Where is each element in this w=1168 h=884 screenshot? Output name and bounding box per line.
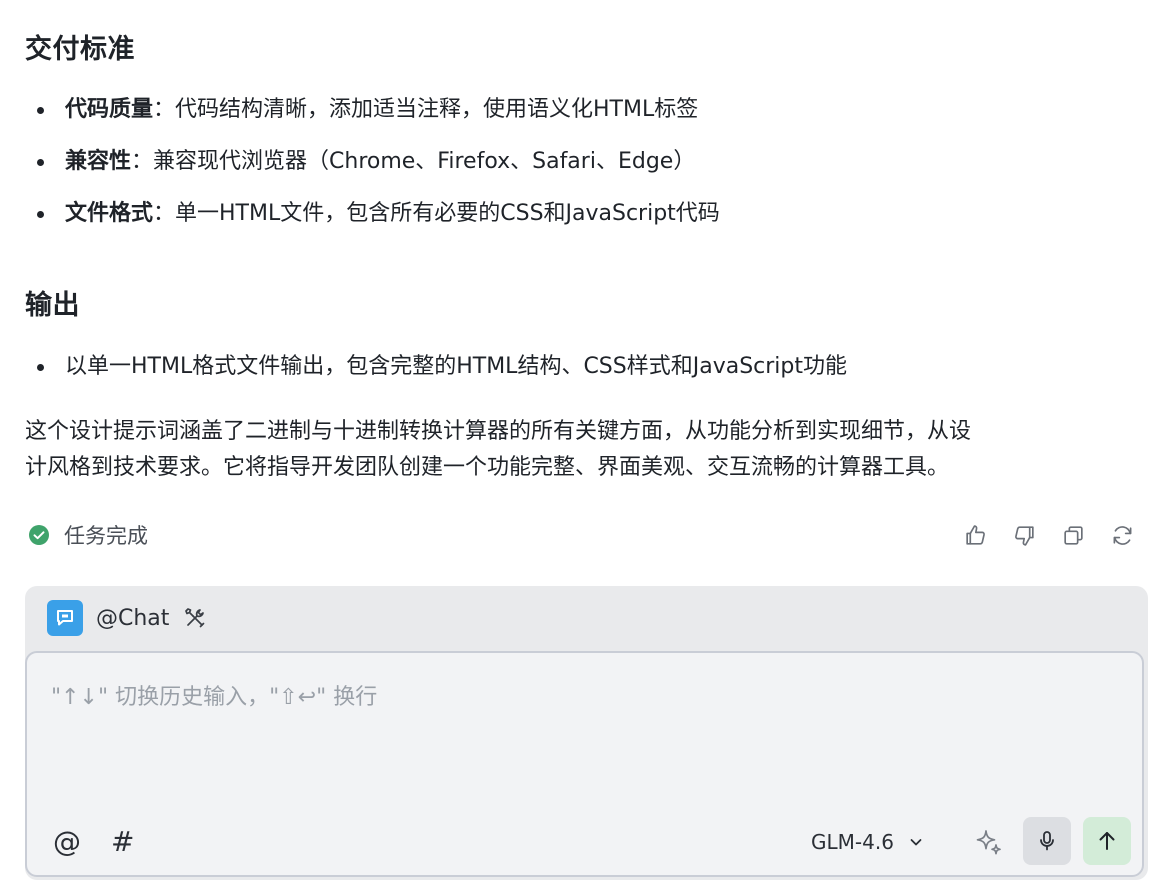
model-selector[interactable]: GLM-4.6 xyxy=(811,827,924,857)
topic-button[interactable]: # xyxy=(111,825,134,858)
chevron-down-icon xyxy=(910,839,922,846)
voice-input-button[interactable] xyxy=(1023,817,1071,865)
agent-name: @Chat xyxy=(96,605,170,631)
microphone-icon xyxy=(1040,831,1054,851)
input-toolbar: @ # GLM-4.6 xyxy=(27,805,1142,875)
summary-line: 这个设计提示词涵盖了二进制与十进制转换计算器的所有关键方面，从功能分析到实现细节… xyxy=(25,419,972,444)
message-input[interactable] xyxy=(51,679,1121,789)
chat-bubble-icon xyxy=(57,610,73,626)
mention-button[interactable]: @ xyxy=(53,825,81,858)
summary-paragraph: 这个设计提示词涵盖了二进制与十进制转换计算器的所有关键方面，从功能分析到实现细节… xyxy=(25,414,1150,486)
copy-button[interactable] xyxy=(1058,520,1088,550)
delivery-heading: 交付标准 xyxy=(25,34,135,65)
regenerate-button[interactable] xyxy=(1107,520,1137,550)
list-item-term: 文件格式 xyxy=(65,201,154,226)
output-list: 以单一HTML格式文件输出，包含完整的HTML结构、CSS样式和JavaScri… xyxy=(25,354,847,406)
thumbs-up-icon xyxy=(965,524,985,545)
list-item-text: ：兼容现代浏览器（Chrome、Firefox、Safari、Edge） xyxy=(131,149,696,174)
arrow-up-icon xyxy=(1099,832,1115,850)
model-name: GLM-4.6 xyxy=(811,830,894,854)
tools-icon[interactable] xyxy=(183,606,207,630)
sparkle-icon[interactable] xyxy=(971,825,1007,861)
output-heading: 输出 xyxy=(25,290,80,321)
status-text: 任务完成 xyxy=(64,524,148,548)
list-item: 以单一HTML格式文件输出，包含完整的HTML结构、CSS样式和JavaScri… xyxy=(25,354,847,406)
agent-header: @Chat xyxy=(25,586,1148,650)
list-item-text: ：单一HTML文件，包含所有必要的CSS和JavaScript代码 xyxy=(153,201,720,226)
list-item: 文件格式：单一HTML文件，包含所有必要的CSS和JavaScript代码 xyxy=(25,201,720,253)
chat-composer: @Chat @ # GLM-4.6 xyxy=(25,586,1148,880)
list-item: 兼容性：兼容现代浏览器（Chrome、Firefox、Safari、Edge） xyxy=(25,149,720,201)
list-item: 代码质量：代码结构清晰，添加适当注释，使用语义化HTML标签 xyxy=(25,97,720,149)
agent-avatar xyxy=(47,600,83,636)
summary-line: 计风格到技术要求。它将指导开发团队创建一个功能完整、界面美观、交互流畅的计算器工… xyxy=(25,455,950,480)
send-button[interactable] xyxy=(1083,817,1131,865)
task-status-row: 任务完成 xyxy=(25,518,1137,552)
thumbs-up-button[interactable] xyxy=(960,520,990,550)
message-input-box: @ # GLM-4.6 xyxy=(25,651,1144,877)
check-circle-icon xyxy=(29,525,49,545)
refresh-icon xyxy=(1113,525,1131,545)
message-actions xyxy=(960,520,1137,550)
delivery-list: 代码质量：代码结构清晰，添加适当注释，使用语义化HTML标签 兼容性：兼容现代浏… xyxy=(25,97,720,253)
list-item-text: ：代码结构清晰，添加适当注释，使用语义化HTML标签 xyxy=(153,97,699,122)
list-item-term: 兼容性 xyxy=(65,149,132,174)
thumbs-down-icon xyxy=(1014,525,1034,546)
thumbs-down-button[interactable] xyxy=(1009,520,1039,550)
copy-icon xyxy=(1063,525,1083,545)
list-item-text: 以单一HTML格式文件输出，包含完整的HTML结构、CSS样式和JavaScri… xyxy=(65,354,848,379)
list-item-term: 代码质量 xyxy=(65,97,154,122)
